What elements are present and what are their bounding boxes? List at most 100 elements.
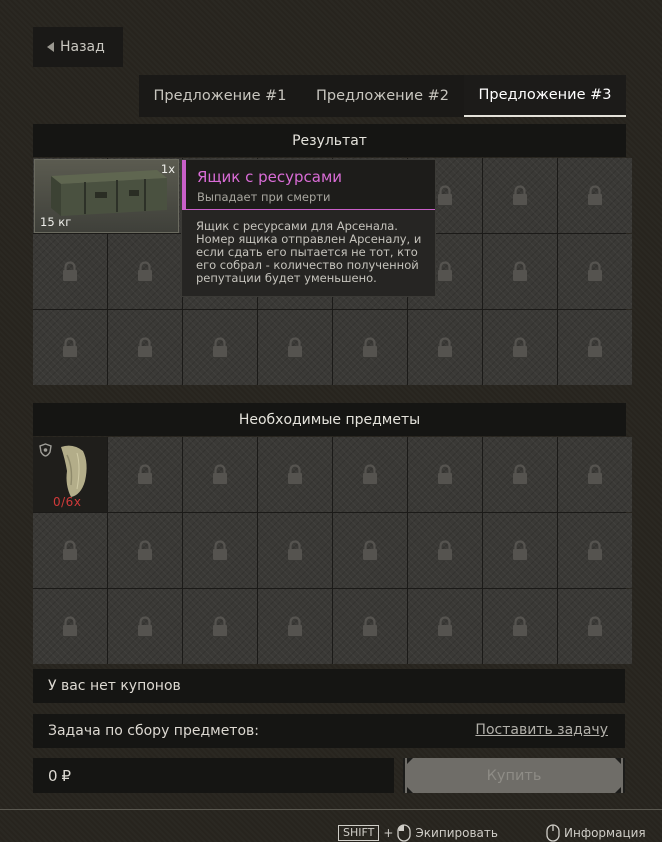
item-tooltip: Ящик с ресурсами Выпадает при смерти Ящи… xyxy=(181,159,436,297)
buy-left-notch-icon xyxy=(407,758,413,793)
lock-icon xyxy=(438,337,452,357)
locked-slot xyxy=(408,589,482,664)
locked-slot xyxy=(33,589,107,664)
back-label: Назад xyxy=(60,39,105,55)
result-item-crate[interactable]: 1x 15 кг xyxy=(34,159,179,233)
locked-slot xyxy=(483,437,557,512)
lock-icon xyxy=(513,337,527,357)
locked-slot xyxy=(333,310,407,385)
buy-right-notch-icon xyxy=(615,758,621,793)
locked-slot xyxy=(558,589,632,664)
lock-icon xyxy=(513,616,527,636)
back-arrow-icon xyxy=(47,42,54,52)
lock-icon xyxy=(213,464,227,484)
lock-icon xyxy=(63,540,77,560)
task-label: Задача по сбору предметов: xyxy=(48,723,259,739)
locked-slot xyxy=(558,158,632,233)
tab-offer-2[interactable]: Предложение #2 xyxy=(301,75,464,117)
ruble-icon: ₽ xyxy=(61,766,72,785)
equip-label: Экипировать xyxy=(415,826,498,840)
locked-slot xyxy=(408,437,482,512)
locked-slot xyxy=(408,513,482,588)
locked-slot xyxy=(183,310,257,385)
locked-slot xyxy=(483,310,557,385)
ammo-crate-icon xyxy=(51,170,167,216)
required-items-header: Необходимые предметы xyxy=(33,403,626,436)
cloth-item-icon xyxy=(61,445,87,497)
locked-slot xyxy=(258,513,332,588)
set-task-link[interactable]: Поставить задачу xyxy=(475,722,608,738)
required-item-count: 0/6x xyxy=(53,495,82,509)
locked-slot xyxy=(258,310,332,385)
locked-slot xyxy=(33,234,107,309)
result-header: Результат xyxy=(33,124,626,157)
lock-icon xyxy=(438,261,452,281)
locked-slot xyxy=(183,513,257,588)
lock-icon xyxy=(438,540,452,560)
lock-icon xyxy=(513,464,527,484)
lock-icon xyxy=(363,337,377,357)
locked-slot xyxy=(558,437,632,512)
lock-icon xyxy=(138,464,152,484)
lock-icon xyxy=(213,540,227,560)
locked-slot xyxy=(408,310,482,385)
locked-slot xyxy=(108,234,182,309)
locked-slot xyxy=(108,437,182,512)
lock-icon xyxy=(363,540,377,560)
tab-offer-3[interactable]: Предложение #3 xyxy=(464,75,626,117)
locked-slot xyxy=(183,589,257,664)
lock-icon xyxy=(138,261,152,281)
info-hint: Информация xyxy=(546,824,646,842)
lock-icon xyxy=(213,337,227,357)
lock-icon xyxy=(63,616,77,636)
locked-slot xyxy=(333,513,407,588)
lock-icon xyxy=(63,337,77,357)
offer-tabs: Предложение #1 Предложение #2 Предложени… xyxy=(139,75,626,117)
locked-slot xyxy=(108,310,182,385)
required-item-cloth[interactable]: 0/6x xyxy=(33,437,107,512)
locked-slot xyxy=(333,437,407,512)
lock-icon xyxy=(288,616,302,636)
locked-slot xyxy=(483,513,557,588)
lock-icon xyxy=(288,337,302,357)
mouse-click-icon xyxy=(546,824,560,842)
buy-label: Купить xyxy=(486,767,542,784)
locked-slot xyxy=(33,513,107,588)
locked-slot xyxy=(558,310,632,385)
info-label: Информация xyxy=(564,826,646,840)
locked-slot xyxy=(558,513,632,588)
tooltip-title: Ящик с ресурсами xyxy=(197,168,343,186)
locked-slot xyxy=(258,589,332,664)
lock-icon xyxy=(63,261,77,281)
lock-icon xyxy=(213,616,227,636)
lock-icon xyxy=(288,540,302,560)
mouse-left-click-icon xyxy=(397,824,412,842)
coupons-bar: У вас нет купонов xyxy=(33,669,625,703)
locked-slot xyxy=(483,589,557,664)
back-button[interactable]: Назад xyxy=(33,27,123,67)
locked-slot xyxy=(483,234,557,309)
plus-sign: + xyxy=(383,826,394,840)
coupons-text: У вас нет купонов xyxy=(48,678,181,694)
lock-icon xyxy=(513,261,527,281)
tooltip-description: Ящик с ресурсами для Арсенала. Номер ящи… xyxy=(196,219,422,285)
item-quantity: 1x xyxy=(160,162,175,176)
locked-slot xyxy=(108,513,182,588)
lock-icon xyxy=(438,185,452,205)
buy-button[interactable]: Купить xyxy=(403,758,625,793)
lock-icon xyxy=(588,540,602,560)
task-bar: Задача по сбору предметов: Поставить зад… xyxy=(33,714,625,748)
locked-slot xyxy=(558,234,632,309)
lock-icon xyxy=(588,185,602,205)
lock-icon xyxy=(588,616,602,636)
locked-slot xyxy=(33,310,107,385)
lock-icon xyxy=(138,616,152,636)
lock-icon xyxy=(588,261,602,281)
lock-icon xyxy=(588,337,602,357)
tab-offer-1[interactable]: Предложение #1 xyxy=(139,75,301,117)
lock-icon xyxy=(438,464,452,484)
locked-slot xyxy=(483,158,557,233)
price-value: 0 xyxy=(48,766,58,785)
required-items-grid xyxy=(33,437,632,664)
item-weight: 15 кг xyxy=(40,215,72,229)
